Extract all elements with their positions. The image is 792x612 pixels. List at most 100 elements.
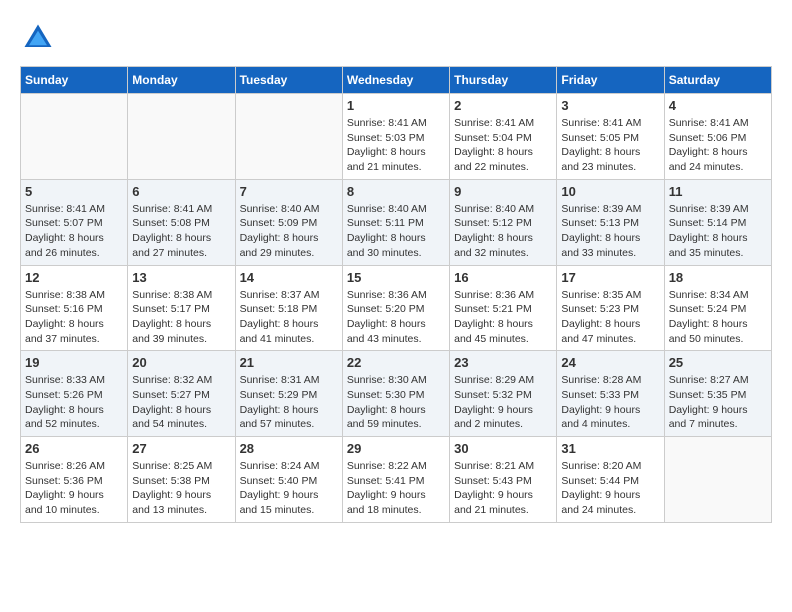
day-number: 18 — [669, 270, 767, 285]
day-number: 13 — [132, 270, 230, 285]
calendar-day-cell: 25 Sunrise: 8:27 AM Sunset: 5:35 PM Dayli… — [664, 351, 771, 437]
day-number: 7 — [240, 184, 338, 199]
logo — [20, 20, 62, 56]
calendar-day-cell: 5 Sunrise: 8:41 AM Sunset: 5:07 PM Daylig… — [21, 179, 128, 265]
day-number: 15 — [347, 270, 445, 285]
day-number: 1 — [347, 98, 445, 113]
calendar-day-cell: 14 Sunrise: 8:37 AM Sunset: 5:18 PM Dayli… — [235, 265, 342, 351]
day-info: Sunrise: 8:35 AM Sunset: 5:23 PM Dayligh… — [561, 288, 659, 347]
calendar-day-cell: 21Sunrise: 8:31 AM Sunset: 5:29 PM Dayli… — [235, 351, 342, 437]
day-info: Sunrise: 8:33 AM Sunset: 5:26 PM Dayligh… — [25, 373, 123, 432]
calendar-day-cell: 11Sunrise: 8:39 AM Sunset: 5:14 PM Dayli… — [664, 179, 771, 265]
calendar-day-cell — [128, 94, 235, 180]
calendar-day-cell: 22 Sunrise: 8:30 AM Sunset: 5:30 PM Dayli… — [342, 351, 449, 437]
day-info: Sunrise: 8:36 AM Sunset: 5:21 PM Dayligh… — [454, 288, 552, 347]
day-info: Sunrise: 8:38 AM Sunset: 5:16 PM Dayligh… — [25, 288, 123, 347]
day-number: 26 — [25, 441, 123, 456]
header — [20, 20, 772, 56]
day-header-friday: Friday — [557, 67, 664, 94]
calendar-day-cell: 26 Sunrise: 8:26 AM Sunset: 5:36 PM Dayli… — [21, 437, 128, 523]
day-number: 27 — [132, 441, 230, 456]
day-info: Sunrise: 8:41 AM Sunset: 5:06 PM Dayligh… — [669, 116, 767, 175]
day-info: Sunrise: 8:29 AM Sunset: 5:32 PM Dayligh… — [454, 373, 552, 432]
calendar-day-cell: 10Sunrise: 8:39 AM Sunset: 5:13 PM Dayli… — [557, 179, 664, 265]
day-info: Sunrise: 8:28 AM Sunset: 5:33 PM Dayligh… — [561, 373, 659, 432]
calendar-day-cell: 28Sunrise: 8:24 AM Sunset: 5:40 PM Dayli… — [235, 437, 342, 523]
day-header-saturday: Saturday — [664, 67, 771, 94]
day-info: Sunrise: 8:27 AM Sunset: 5:35 PM Dayligh… — [669, 373, 767, 432]
day-info: Sunrise: 8:26 AM Sunset: 5:36 PM Dayligh… — [25, 459, 123, 518]
day-number: 25 — [669, 355, 767, 370]
day-header-wednesday: Wednesday — [342, 67, 449, 94]
calendar-day-cell: 31 Sunrise: 8:20 AM Sunset: 5:44 PM Dayli… — [557, 437, 664, 523]
day-info: Sunrise: 8:36 AM Sunset: 5:20 PM Dayligh… — [347, 288, 445, 347]
calendar-day-cell: 7 Sunrise: 8:40 AM Sunset: 5:09 PM Daylig… — [235, 179, 342, 265]
day-header-sunday: Sunday — [21, 67, 128, 94]
day-info: Sunrise: 8:40 AM Sunset: 5:09 PM Dayligh… — [240, 202, 338, 261]
calendar-day-cell: 9 Sunrise: 8:40 AM Sunset: 5:12 PM Daylig… — [450, 179, 557, 265]
calendar-day-cell: 30 Sunrise: 8:21 AM Sunset: 5:43 PM Dayli… — [450, 437, 557, 523]
calendar-day-cell: 23 Sunrise: 8:29 AM Sunset: 5:32 PM Dayli… — [450, 351, 557, 437]
day-number: 30 — [454, 441, 552, 456]
day-info: Sunrise: 8:21 AM Sunset: 5:43 PM Dayligh… — [454, 459, 552, 518]
day-number: 28 — [240, 441, 338, 456]
calendar-day-cell — [21, 94, 128, 180]
day-info: Sunrise: 8:22 AM Sunset: 5:41 PM Dayligh… — [347, 459, 445, 518]
calendar-day-cell: 13 Sunrise: 8:38 AM Sunset: 5:17 PM Dayli… — [128, 265, 235, 351]
day-number: 9 — [454, 184, 552, 199]
calendar-week-row: 12Sunrise: 8:38 AM Sunset: 5:16 PM Dayli… — [21, 265, 772, 351]
day-info: Sunrise: 8:41 AM Sunset: 5:03 PM Dayligh… — [347, 116, 445, 175]
day-number: 8 — [347, 184, 445, 199]
day-number: 6 — [132, 184, 230, 199]
day-header-tuesday: Tuesday — [235, 67, 342, 94]
day-info: Sunrise: 8:20 AM Sunset: 5:44 PM Dayligh… — [561, 459, 659, 518]
day-info: Sunrise: 8:40 AM Sunset: 5:12 PM Dayligh… — [454, 202, 552, 261]
day-header-thursday: Thursday — [450, 67, 557, 94]
day-number: 16 — [454, 270, 552, 285]
day-info: Sunrise: 8:40 AM Sunset: 5:11 PM Dayligh… — [347, 202, 445, 261]
day-info: Sunrise: 8:37 AM Sunset: 5:18 PM Dayligh… — [240, 288, 338, 347]
calendar-header-row: SundayMondayTuesdayWednesdayThursdayFrid… — [21, 67, 772, 94]
day-number: 4 — [669, 98, 767, 113]
day-header-monday: Monday — [128, 67, 235, 94]
calendar-day-cell: 19Sunrise: 8:33 AM Sunset: 5:26 PM Dayli… — [21, 351, 128, 437]
day-number: 14 — [240, 270, 338, 285]
calendar-day-cell: 27 Sunrise: 8:25 AM Sunset: 5:38 PM Dayli… — [128, 437, 235, 523]
day-info: Sunrise: 8:41 AM Sunset: 5:07 PM Dayligh… — [25, 202, 123, 261]
calendar-day-cell: 17 Sunrise: 8:35 AM Sunset: 5:23 PM Dayli… — [557, 265, 664, 351]
day-number: 24 — [561, 355, 659, 370]
calendar-week-row: 26 Sunrise: 8:26 AM Sunset: 5:36 PM Dayli… — [21, 437, 772, 523]
calendar-day-cell: 15 Sunrise: 8:36 AM Sunset: 5:20 PM Dayli… — [342, 265, 449, 351]
day-number: 22 — [347, 355, 445, 370]
calendar-day-cell — [664, 437, 771, 523]
calendar-day-cell: 1 Sunrise: 8:41 AM Sunset: 5:03 PM Daylig… — [342, 94, 449, 180]
day-number: 5 — [25, 184, 123, 199]
day-info: Sunrise: 8:41 AM Sunset: 5:08 PM Dayligh… — [132, 202, 230, 261]
calendar-day-cell: 6 Sunrise: 8:41 AM Sunset: 5:08 PM Daylig… — [128, 179, 235, 265]
day-number: 10 — [561, 184, 659, 199]
calendar-day-cell: 20Sunrise: 8:32 AM Sunset: 5:27 PM Dayli… — [128, 351, 235, 437]
day-number: 20 — [132, 355, 230, 370]
logo-icon — [20, 20, 56, 56]
day-number: 31 — [561, 441, 659, 456]
day-number: 3 — [561, 98, 659, 113]
day-info: Sunrise: 8:38 AM Sunset: 5:17 PM Dayligh… — [132, 288, 230, 347]
calendar-day-cell: 29 Sunrise: 8:22 AM Sunset: 5:41 PM Dayli… — [342, 437, 449, 523]
day-number: 17 — [561, 270, 659, 285]
day-number: 29 — [347, 441, 445, 456]
calendar-day-cell: 12Sunrise: 8:38 AM Sunset: 5:16 PM Dayli… — [21, 265, 128, 351]
day-info: Sunrise: 8:25 AM Sunset: 5:38 PM Dayligh… — [132, 459, 230, 518]
calendar-day-cell: 18 Sunrise: 8:34 AM Sunset: 5:24 PM Dayli… — [664, 265, 771, 351]
calendar-table: SundayMondayTuesdayWednesdayThursdayFrid… — [20, 66, 772, 523]
day-info: Sunrise: 8:30 AM Sunset: 5:30 PM Dayligh… — [347, 373, 445, 432]
calendar-day-cell — [235, 94, 342, 180]
calendar-week-row: 5 Sunrise: 8:41 AM Sunset: 5:07 PM Daylig… — [21, 179, 772, 265]
calendar-week-row: 1 Sunrise: 8:41 AM Sunset: 5:03 PM Daylig… — [21, 94, 772, 180]
day-info: Sunrise: 8:31 AM Sunset: 5:29 PM Dayligh… — [240, 373, 338, 432]
day-info: Sunrise: 8:34 AM Sunset: 5:24 PM Dayligh… — [669, 288, 767, 347]
calendar-day-cell: 8 Sunrise: 8:40 AM Sunset: 5:11 PM Daylig… — [342, 179, 449, 265]
day-number: 2 — [454, 98, 552, 113]
calendar-day-cell: 24 Sunrise: 8:28 AM Sunset: 5:33 PM Dayli… — [557, 351, 664, 437]
day-info: Sunrise: 8:39 AM Sunset: 5:14 PM Dayligh… — [669, 202, 767, 261]
day-number: 23 — [454, 355, 552, 370]
